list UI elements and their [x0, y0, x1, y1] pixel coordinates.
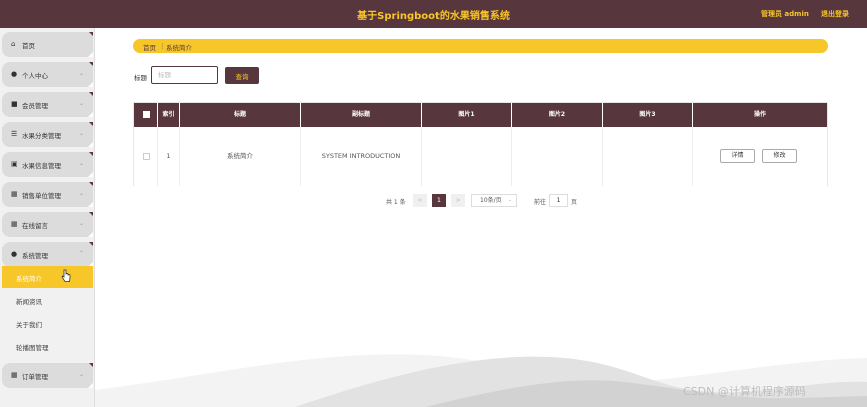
- sidebar-subitem-label: 新闻资讯: [16, 298, 42, 306]
- order-icon: ▦: [11, 371, 18, 379]
- sidebar-item-label: 销售单位管理: [22, 192, 61, 200]
- sidebar-item-messages[interactable]: ▦ 在线留言 ⌄: [2, 212, 93, 237]
- select-all-checkbox[interactable]: [143, 111, 150, 118]
- goto-unit-label: 页: [571, 199, 578, 206]
- sidebar-item-orders[interactable]: ▦ 订单管理 ⌄: [2, 363, 93, 388]
- chevron-down-icon: ⌄: [79, 220, 85, 227]
- sidebar-item-profile[interactable]: ● 个人中心 ⌄: [2, 62, 93, 87]
- chevron-down-icon: ⌄: [79, 371, 85, 378]
- search-input[interactable]: [151, 66, 218, 84]
- sidebar-subitem-label: 关于我们: [16, 321, 42, 329]
- column-header: 图片1: [422, 103, 512, 127]
- column-header: 图片3: [603, 103, 693, 127]
- app-title: 基于Springboot的水果销售系统: [357, 11, 510, 22]
- cell-image-1: [422, 127, 512, 186]
- column-header: 图片2: [512, 103, 603, 127]
- sidebar-item-label: 订单管理: [22, 373, 48, 381]
- table-row: 1 系统简介 SYSTEM INTRODUCTION 详情 修改: [134, 127, 827, 186]
- breadcrumb-separator: ⋮: [159, 42, 166, 50]
- sidebar-subitem-about[interactable]: 关于我们: [2, 312, 93, 334]
- table-header: 索引 标题 副标题 图片1 图片2 图片3 操作: [134, 103, 827, 127]
- cell-image-3: [603, 127, 693, 186]
- edit-button[interactable]: 修改: [762, 149, 797, 163]
- admin-label: 管理员 admin: [761, 10, 809, 18]
- page-size-value: 10条/页: [480, 197, 502, 204]
- sidebar-item-label: 系统管理: [22, 252, 48, 260]
- cell-index: 1: [158, 127, 180, 186]
- goto-page-input[interactable]: 1: [549, 194, 568, 207]
- sidebar-subitem-intro[interactable]: 系统简介: [2, 266, 93, 288]
- home-icon: ⌂: [11, 40, 16, 48]
- grid-icon: ▦: [11, 190, 18, 198]
- sidebar-subitem-label: 轮播图管理: [16, 344, 49, 352]
- pagination-total: 共 1 条: [386, 199, 406, 206]
- sidebar-item-units[interactable]: ▦ 销售单位管理 ⌄: [2, 182, 93, 207]
- search-button[interactable]: 查询: [225, 67, 259, 84]
- goto-label: 前往: [534, 199, 547, 206]
- cell-subtitle: SYSTEM INTRODUCTION: [301, 127, 422, 186]
- sidebar-item-label: 首页: [22, 42, 35, 50]
- sidebar-item-home[interactable]: ⌂ 首页: [2, 32, 93, 57]
- chevron-down-icon: ⌄: [79, 100, 85, 107]
- row-select-cell: [134, 127, 158, 186]
- sidebar-item-label: 在线留言: [22, 222, 48, 230]
- header-select-cell: [134, 103, 158, 127]
- data-table: 索引 标题 副标题 图片1 图片2 图片3 操作 1 系统简介 SYSTEM I…: [133, 102, 828, 186]
- detail-button[interactable]: 详情: [720, 149, 755, 163]
- sidebar-item-label: 会员管理: [22, 102, 48, 110]
- fruit-icon: ▣: [11, 160, 18, 168]
- system-icon: ●: [11, 250, 18, 258]
- chevron-down-icon: ⌄: [79, 130, 85, 137]
- category-icon: ☰: [11, 130, 18, 138]
- user-icon: ●: [11, 70, 18, 78]
- breadcrumb-home[interactable]: 首页: [143, 42, 156, 52]
- chevron-up-icon: ⌃: [79, 250, 85, 257]
- pagination-prev-button[interactable]: <: [413, 194, 427, 207]
- sidebar-item-label: 水果分类管理: [22, 132, 61, 140]
- sidebar-subitem-carousel[interactable]: 轮播图管理: [2, 335, 93, 357]
- cell-title: 系统简介: [180, 127, 301, 186]
- sidebar-subitem-news[interactable]: 新闻资讯: [2, 289, 93, 311]
- sidebar-item-members[interactable]: ■ 会员管理 ⌄: [2, 92, 93, 117]
- row-checkbox[interactable]: [143, 153, 150, 160]
- column-header: 副标题: [301, 103, 422, 127]
- page-size-select[interactable]: 10条/页 ⌄: [471, 194, 517, 207]
- top-bar: 基于Springboot的水果销售系统 管理员 admin 退出登录: [0, 0, 867, 28]
- sidebar-item-label: 水果信息管理: [22, 162, 61, 170]
- message-icon: ▦: [11, 220, 18, 228]
- column-header: 标题: [180, 103, 301, 127]
- sidebar-subitem-label: 系统简介: [16, 275, 42, 283]
- chevron-down-icon: ⌄: [507, 197, 512, 203]
- chevron-down-icon: ⌄: [79, 70, 85, 77]
- chevron-down-icon: ⌄: [79, 160, 85, 167]
- cell-actions: 详情 修改: [693, 127, 827, 186]
- sidebar: ⌂ 首页 ● 个人中心 ⌄ ■ 会员管理 ⌄ ☰ 水果分类管理 ⌄ ▣ 水果信息…: [0, 28, 95, 407]
- watermark-text: CSDN @计算机程序源码: [683, 385, 806, 398]
- breadcrumb: 首页 ⋮ 系统简介: [133, 39, 828, 53]
- chevron-down-icon: ⌄: [79, 190, 85, 197]
- cell-image-2: [512, 127, 603, 186]
- sidebar-item-system[interactable]: ● 系统管理 ⌃: [2, 242, 93, 267]
- pagination-next-button[interactable]: >: [451, 194, 465, 207]
- breadcrumb-current: 系统简介: [166, 44, 192, 52]
- column-header: 索引: [158, 103, 180, 127]
- sidebar-item-categories[interactable]: ☰ 水果分类管理 ⌄: [2, 122, 93, 147]
- logout-link[interactable]: 退出登录: [821, 9, 849, 19]
- hand-cursor-icon: [61, 269, 71, 282]
- sidebar-item-fruits[interactable]: ▣ 水果信息管理 ⌄: [2, 152, 93, 177]
- sidebar-item-label: 个人中心: [22, 72, 48, 80]
- pagination-page-1[interactable]: 1: [432, 194, 446, 207]
- member-icon: ■: [11, 100, 18, 108]
- column-header: 操作: [753, 111, 766, 118]
- search-label: 标题: [134, 74, 147, 82]
